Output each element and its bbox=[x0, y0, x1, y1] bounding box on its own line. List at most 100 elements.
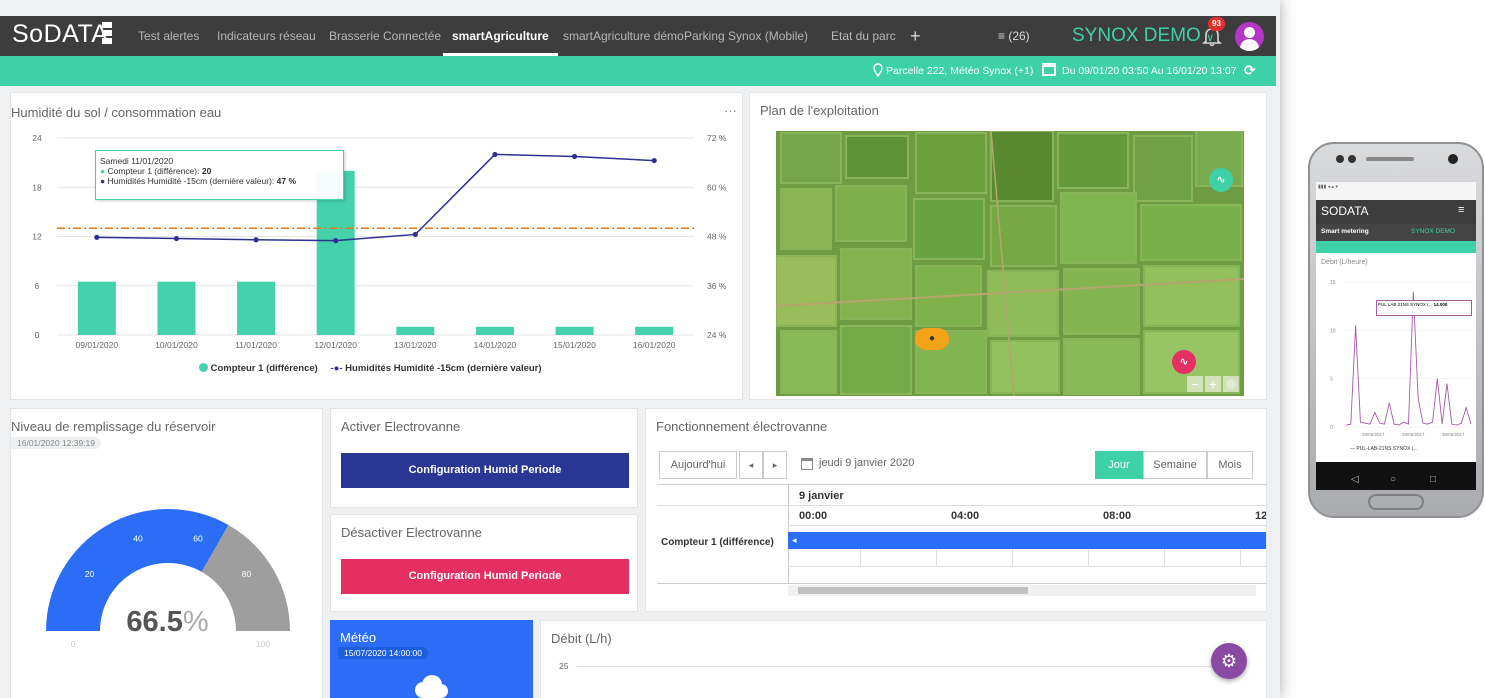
phone-chart: 15 10 5 0 26/05/2017 28/05/2017 30/05/2017 bbox=[1330, 280, 1472, 437]
logo-mark-icon bbox=[102, 22, 114, 48]
hour-0000: 00:00 bbox=[799, 510, 828, 522]
top-navigation-bar: SoDATA Test alertes Indicateurs réseau B… bbox=[0, 16, 1276, 56]
alert-marker-icon[interactable]: ∿ bbox=[1172, 350, 1196, 374]
x-tick-3: 12/01/2020 bbox=[314, 340, 357, 350]
phone-y-tick: 0 bbox=[1330, 425, 1333, 431]
location-filter[interactable]: Parcelle 222, Météo Synox (+1) bbox=[886, 65, 1033, 77]
humidity-point-6 bbox=[571, 153, 578, 160]
tab-parking-synox[interactable]: Parking Synox (Mobile) bbox=[684, 16, 808, 56]
timeline-event-bar[interactable]: ◂ bbox=[788, 532, 1266, 549]
date-range-filter[interactable]: Du 09/01/20 03:50 Au 16/01/20 13:07 bbox=[1062, 65, 1237, 77]
gauge-tick-20: 20 bbox=[85, 569, 95, 579]
phone-x-tick: 28/05/2017 bbox=[1402, 432, 1425, 437]
tab-smartagriculture-demo[interactable]: smartAgriculture démo bbox=[563, 16, 684, 56]
hour-12: 12 bbox=[1255, 510, 1267, 522]
dashboard-window: SoDATA Test alertes Indicateurs réseau B… bbox=[0, 0, 1280, 698]
view-month-button[interactable]: Mois bbox=[1207, 451, 1253, 479]
phone-mockup: ▮▮▮ ◂ ▴ ▾ SODATA ≡ Smart metering SYNOX … bbox=[1308, 142, 1485, 518]
x-tick-5: 14/01/2020 bbox=[474, 340, 517, 350]
x-tick-7: 16/01/2020 bbox=[633, 340, 676, 350]
chart-tooltip: Samedi 11/01/2020 ● Compteur 1 (différen… bbox=[95, 150, 344, 200]
settings-gear-icon[interactable]: ⚙ bbox=[1211, 643, 1247, 679]
tooltip-line-2: ● Humidités Humidité -15cm (dernière val… bbox=[100, 176, 297, 186]
x-tick-2: 11/01/2020 bbox=[235, 340, 277, 350]
calendar-icon bbox=[1042, 63, 1056, 76]
y-left-tick: 12 bbox=[32, 232, 42, 242]
gauge-tick-0: 0 bbox=[71, 639, 76, 649]
notification-badge: 93 bbox=[1208, 17, 1225, 31]
location-pin-icon bbox=[873, 63, 883, 78]
debit-card-title: Débit (L/h) bbox=[551, 631, 612, 646]
phone-y-tick: 5 bbox=[1330, 377, 1333, 383]
bar-0 bbox=[77, 281, 116, 335]
activate-config-button[interactable]: Configuration Humid Periode bbox=[341, 453, 629, 488]
chart-legend: Compteur 1 (différence) -●- Humidités Hu… bbox=[199, 363, 542, 374]
phone-recent-icon[interactable]: □ bbox=[1430, 474, 1436, 485]
phone-screen: ▮▮▮ ◂ ▴ ▾ SODATA ≡ Smart metering SYNOX … bbox=[1316, 182, 1476, 472]
tooltip-date: Samedi 11/01/2020 bbox=[100, 156, 174, 166]
prev-button[interactable]: ◂ bbox=[739, 451, 763, 479]
legend-item-compteur[interactable]: Compteur 1 (différence) bbox=[211, 363, 318, 374]
today-button[interactable]: Aujourd'hui bbox=[659, 451, 737, 479]
phone-nav-bar: ◁ ○ □ bbox=[1316, 472, 1476, 490]
soil-humidity-card: Humidité du sol / consommation eau ··· 0… bbox=[10, 92, 743, 400]
user-avatar-icon[interactable] bbox=[1235, 22, 1264, 51]
deactivate-valve-card: Désactiver Electrovanne Configuration Hu… bbox=[330, 514, 638, 612]
gauge-tick-60: 60 bbox=[193, 534, 203, 544]
current-date[interactable]: jeudi 9 janvier 2020 bbox=[819, 457, 914, 469]
horizontal-scrollbar[interactable] bbox=[788, 585, 1256, 596]
next-button[interactable]: ▸ bbox=[763, 451, 787, 479]
weather-marker-icon[interactable]: ● bbox=[915, 328, 949, 350]
menu-button[interactable]: ≡ (26) bbox=[998, 16, 1030, 56]
add-tab-button[interactable]: + bbox=[910, 16, 921, 56]
map-card-title: Plan de l'exploitation bbox=[760, 103, 879, 118]
gauge-value: 66.5% bbox=[126, 606, 209, 638]
refresh-icon[interactable]: ⟳ bbox=[1244, 62, 1256, 79]
locate-icon[interactable]: ◎ bbox=[1223, 376, 1239, 392]
bar-7 bbox=[635, 326, 674, 335]
phone-y-tick: 15 bbox=[1330, 280, 1336, 286]
x-tick-1: 10/01/2020 bbox=[155, 340, 198, 350]
legend-item-humidite[interactable]: Humidités Humidité -15cm (dernière valeu… bbox=[345, 363, 541, 374]
app-logo[interactable]: SoDATA bbox=[12, 20, 109, 49]
map-card: Plan de l'exploitation ∿ ∿ ● − + ◎ bbox=[749, 92, 1267, 400]
y-left-tick: 24 bbox=[32, 133, 42, 143]
tab-etat-du-parc[interactable]: Etat du parc bbox=[831, 16, 896, 56]
view-day-button[interactable]: Jour bbox=[1095, 451, 1143, 479]
valve-timeline-card: Fonctionnement électrovanne Aujourd'hui … bbox=[645, 408, 1267, 612]
zoom-in-button[interactable]: + bbox=[1205, 376, 1221, 392]
tab-indicateurs-reseau[interactable]: Indicateurs réseau bbox=[217, 16, 316, 56]
tab-brasserie-connectee[interactable]: Brasserie Connectée bbox=[329, 16, 441, 56]
y-left-tick: 0 bbox=[35, 330, 40, 340]
humidity-point-0 bbox=[94, 234, 100, 240]
phone-logo: SODATA bbox=[1321, 204, 1369, 218]
timeline-grid: 9 janvier 00:00 04:00 08:00 12 Compteur … bbox=[657, 484, 1267, 596]
timeline-row-label: Compteur 1 (différence) bbox=[661, 537, 774, 548]
view-week-button[interactable]: Semaine bbox=[1143, 451, 1207, 479]
debit-tick-25: 25 bbox=[559, 661, 569, 671]
phone-tab[interactable]: Smart metering bbox=[1321, 228, 1369, 235]
phone-home-icon[interactable]: ○ bbox=[1390, 474, 1396, 485]
soil-chart: 0 6 12 18 24 24 % 36 % 48 % 60 % 72 % 09/01/2020 10… bbox=[32, 133, 727, 350]
phone-account[interactable]: SYNOX DEMO bbox=[1411, 228, 1455, 235]
deactivate-config-button[interactable]: Configuration Humid Periode bbox=[341, 559, 629, 594]
tab-test-alertes[interactable]: Test alertes bbox=[138, 16, 199, 56]
account-selector[interactable]: SYNOX DEMO ∨ bbox=[1072, 16, 1214, 56]
meteo-card: Météo 15/07/2020 14:00:00 bbox=[330, 620, 533, 698]
tooltip-line-1: ● Compteur 1 (différence): 20 bbox=[100, 166, 212, 176]
scrollbar-thumb[interactable] bbox=[798, 587, 1028, 594]
phone-menu-icon[interactable]: ≡ bbox=[1458, 204, 1464, 216]
phone-x-tick: 30/05/2017 bbox=[1442, 432, 1465, 437]
date-picker-icon[interactable] bbox=[801, 458, 813, 470]
tab-smartagriculture[interactable]: smartAgriculture bbox=[443, 16, 558, 56]
phone-home-button[interactable] bbox=[1368, 494, 1424, 510]
phone-back-icon[interactable]: ◁ bbox=[1351, 474, 1359, 485]
sensor-marker-icon[interactable]: ∿ bbox=[1209, 168, 1233, 192]
filter-bar: Parcelle 222, Météo Synox (+1) Du 09/01/… bbox=[0, 56, 1276, 86]
bar-2 bbox=[237, 281, 276, 335]
y-right-tick: 72 % bbox=[707, 133, 727, 143]
deactivate-card-title: Désactiver Electrovanne bbox=[341, 525, 482, 540]
zoom-out-button[interactable]: − bbox=[1187, 376, 1203, 392]
timeline-day-label: 9 janvier bbox=[799, 490, 844, 502]
meteo-card-title: Météo bbox=[340, 630, 377, 645]
